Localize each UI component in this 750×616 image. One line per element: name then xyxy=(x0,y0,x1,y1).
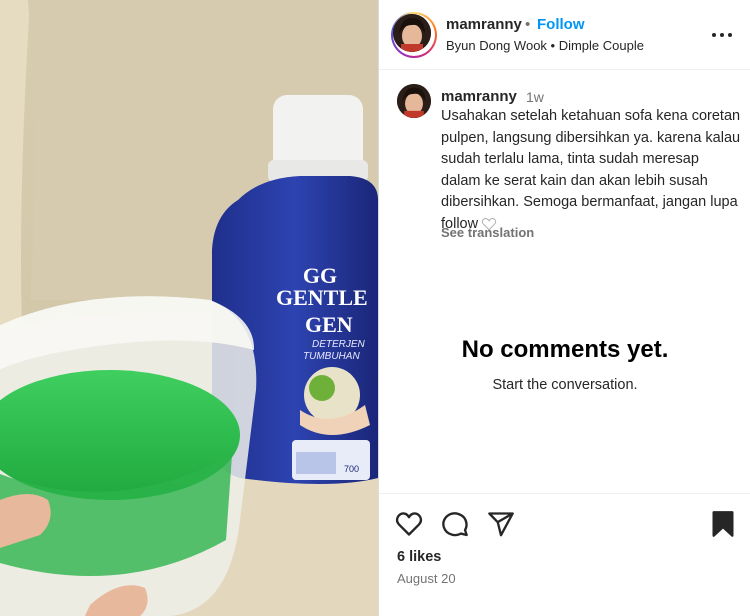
post-date[interactable]: August 20 xyxy=(397,571,456,586)
heart-icon[interactable] xyxy=(395,510,423,538)
separator-dot: • xyxy=(525,16,531,33)
post-media[interactable]: GG GENTLE GEN DETERJEN TUMBUHAN 700 xyxy=(0,0,378,616)
bottle-label-line: TUMBUHAN xyxy=(303,351,360,362)
caption-body: Usahakan setelah ketahuan sofa kena core… xyxy=(441,108,741,232)
post-photo: GG GENTLE GEN DETERJEN TUMBUHAN 700 xyxy=(0,0,378,616)
see-translation-link[interactable]: See translation xyxy=(441,225,534,240)
caption-text: Usahakan setelah ketahuan sofa kena core… xyxy=(441,106,741,238)
avatar[interactable] xyxy=(393,14,431,52)
no-comments-title: No comments yet. xyxy=(461,336,669,363)
likes-count[interactable]: 6 likes xyxy=(397,549,441,565)
follow-button[interactable]: Follow xyxy=(537,16,585,33)
share-icon[interactable] xyxy=(487,510,515,538)
bottle-label-line: DETERJEN xyxy=(312,339,366,350)
caption-username[interactable]: mamranny xyxy=(441,88,517,105)
post-side-panel: mamranny • Follow Byun Dong Wook • Dimpl… xyxy=(378,0,750,616)
avatar[interactable] xyxy=(397,84,431,118)
story-ring[interactable] xyxy=(391,12,437,58)
caption-timestamp[interactable]: 1w xyxy=(526,89,544,105)
comment-icon[interactable] xyxy=(441,510,469,538)
bottle-volume: 700 xyxy=(344,464,359,474)
bottle-label-line: GENTLE xyxy=(276,285,368,310)
post-actions: 6 likes August 20 xyxy=(379,493,750,616)
post-username[interactable]: mamranny xyxy=(446,16,522,33)
bottle-label-line: GEN xyxy=(305,312,353,337)
no-comments-subtitle: Start the conversation. xyxy=(492,377,638,393)
post-header: mamranny • Follow Byun Dong Wook • Dimpl… xyxy=(379,0,750,70)
more-icon[interactable] xyxy=(711,27,733,43)
audio-attribution[interactable]: Byun Dong Wook • Dimple Couple xyxy=(446,38,644,53)
bookmark-icon[interactable] xyxy=(709,510,737,538)
